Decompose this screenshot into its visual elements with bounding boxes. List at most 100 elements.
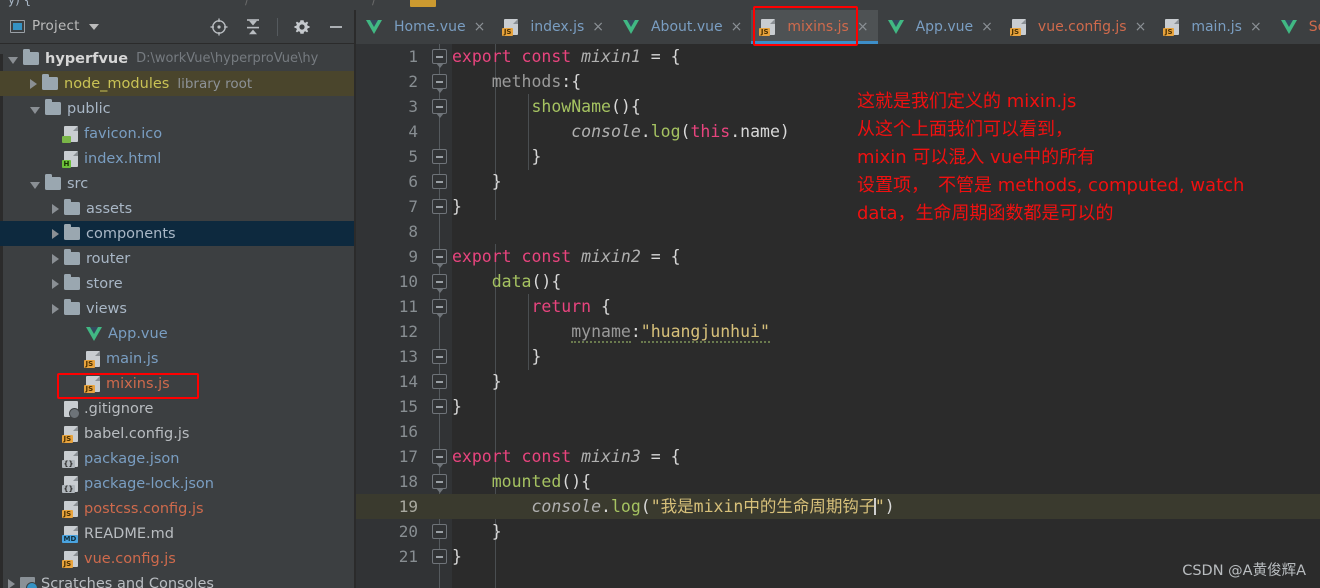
- code-line[interactable]: 17 export const mixin3 = {: [356, 444, 1320, 469]
- tree-node-assets[interactable]: assets: [0, 196, 354, 221]
- annotation-line: 这就是我们定义的 mixin.js: [857, 91, 1077, 112]
- editor-tab-vue-config-js[interactable]: JS vue.config.js ×: [1002, 10, 1155, 44]
- tree-node-index-html[interactable]: Hindex.html: [0, 146, 354, 171]
- chevron-right-icon[interactable]: [52, 253, 59, 264]
- folder-icon: [64, 249, 80, 265]
- code-canvas[interactable]: 1 export const mixin1 = {2 methods:{3 sho…: [356, 44, 1320, 588]
- line-number: 8: [408, 222, 418, 241]
- close-icon[interactable]: ×: [592, 20, 604, 34]
- chevron-right-icon[interactable]: [52, 203, 59, 214]
- code-line[interactable]: 9 export const mixin2 = {: [356, 244, 1320, 269]
- tree-node-vue-config-js[interactable]: JS vue.config.js: [0, 546, 354, 571]
- chevron-down-icon[interactable]: [30, 181, 40, 189]
- editor-tab-main-js[interactable]: JS main.js ×: [1155, 10, 1270, 44]
- code-line[interactable]: 5 }: [356, 144, 1320, 169]
- chevron-down-icon[interactable]: [8, 56, 18, 64]
- code-line[interactable]: 14 }: [356, 369, 1320, 394]
- code-line[interactable]: 13 }: [356, 344, 1320, 369]
- tree-node-label: views: [86, 300, 127, 317]
- tree-node-store[interactable]: store: [0, 271, 354, 296]
- folder-icon: [23, 49, 39, 65]
- tree-node-label: favicon.ico: [84, 125, 163, 142]
- chevron-right-icon[interactable]: [52, 228, 59, 239]
- code-line[interactable]: 18 mounted(){: [356, 469, 1320, 494]
- tree-node-package-json[interactable]: {} package.json: [0, 446, 354, 471]
- js-file-icon: JS: [84, 350, 100, 368]
- close-icon[interactable]: ×: [731, 20, 743, 34]
- chevron-right-icon[interactable]: [30, 78, 37, 89]
- breadcrumb: y) { / /: [0, 0, 1320, 10]
- editor-tab-label: Home.vue: [394, 19, 466, 35]
- tree-node-public[interactable]: public: [0, 96, 354, 121]
- tree-node-app-vue[interactable]: App.vue: [0, 321, 354, 346]
- editor-tab-scho[interactable]: Scho: [1271, 10, 1320, 44]
- code-line[interactable]: 12 myname:"huangjunhui": [356, 319, 1320, 344]
- tree-node-postcss-config-js[interactable]: JS postcss.config.js: [0, 496, 354, 521]
- tree-node-mixins-js[interactable]: JS mixins.js: [0, 371, 354, 396]
- editor-tab-bar[interactable]: Home.vue × JS index.js × About.vue × JS mixins.j…: [356, 10, 1320, 44]
- tree-node-readme-md[interactable]: MD README.md: [0, 521, 354, 546]
- code-line[interactable]: 21}: [356, 544, 1320, 569]
- tree-node-package-lock-json[interactable]: {} package-lock.json: [0, 471, 354, 496]
- collapse-all-icon[interactable]: [243, 17, 263, 37]
- tree-node-hyperfvue[interactable]: hyperfvue D:\workVue\hyperproVue\hy: [0, 46, 354, 71]
- line-number: 5: [408, 147, 418, 166]
- chevron-right-icon[interactable]: [52, 278, 59, 289]
- file-type-badge: MD: [62, 534, 78, 543]
- close-icon[interactable]: ×: [474, 20, 486, 34]
- code-text[interactable]: 1 export const mixin1 = {2 methods:{3 sho…: [356, 44, 1320, 588]
- tree-node-node-modules[interactable]: node_modules library root: [0, 71, 354, 96]
- file-type-badge: JS: [759, 28, 770, 36]
- code-line-text: }: [452, 547, 462, 566]
- tree-node-src[interactable]: src: [0, 171, 354, 196]
- tree-node-components[interactable]: components: [0, 221, 354, 246]
- line-number: 2: [408, 72, 418, 91]
- tree-node-favicon-ico[interactable]: favicon.ico: [0, 121, 354, 146]
- code-line[interactable]: 8: [356, 219, 1320, 244]
- tree-node-scratches-and-consoles[interactable]: Scratches and Consoles: [0, 571, 354, 588]
- js-file-icon: JS: [84, 375, 100, 393]
- folder-icon: [64, 299, 80, 315]
- code-line-text: export const mixin1 = {: [452, 47, 681, 66]
- chevron-right-icon[interactable]: [8, 578, 15, 588]
- code-line-text: console.log(this.name): [571, 122, 790, 141]
- tree-node-views[interactable]: views: [0, 296, 354, 321]
- code-line[interactable]: 19 console.log("我是mixin中的生命周期钩子"): [356, 494, 1320, 519]
- code-line[interactable]: 4 console.log(this.name): [356, 119, 1320, 144]
- tree-node-router[interactable]: router: [0, 246, 354, 271]
- code-line[interactable]: 20 }: [356, 519, 1320, 544]
- close-icon[interactable]: ×: [981, 20, 993, 34]
- file-type-badge: JS: [62, 509, 73, 518]
- annotation-line: data，生命周期函数都是可以的: [857, 203, 1114, 224]
- project-title-group[interactable]: Project: [10, 18, 99, 34]
- gear-icon[interactable]: [292, 17, 312, 37]
- code-line[interactable]: 1 export const mixin1 = {: [356, 44, 1320, 69]
- code-line[interactable]: 16: [356, 419, 1320, 444]
- editor-tab-index-js[interactable]: JS index.js ×: [494, 10, 613, 44]
- tree-node-main-js[interactable]: JS main.js: [0, 346, 354, 371]
- editor-tab-mixins-js[interactable]: JS mixins.js ×: [751, 10, 878, 44]
- json-file-icon: {}: [62, 450, 78, 468]
- code-line[interactable]: 3 showName(){: [356, 94, 1320, 119]
- project-file-tree[interactable]: hyperfvue D:\workVue\hyperproVue\hy node_m…: [0, 44, 354, 588]
- chevron-down-icon[interactable]: [30, 106, 40, 114]
- chevron-right-icon[interactable]: [52, 303, 59, 314]
- editor-tab-home-vue[interactable]: Home.vue ×: [356, 10, 494, 44]
- project-icon: [10, 19, 25, 33]
- close-icon[interactable]: ×: [857, 20, 869, 34]
- code-line[interactable]: 10 data(){: [356, 269, 1320, 294]
- editor-tab-label: Scho: [1308, 19, 1320, 35]
- code-line[interactable]: 11 return {: [356, 294, 1320, 319]
- code-line[interactable]: 2 methods:{: [356, 69, 1320, 94]
- tree-node-gitignore[interactable]: .gitignore: [0, 396, 354, 421]
- code-line[interactable]: 15}: [356, 394, 1320, 419]
- close-icon[interactable]: ×: [1135, 20, 1147, 34]
- minimize-icon[interactable]: [326, 17, 346, 37]
- locate-target-icon[interactable]: [209, 17, 229, 37]
- tree-node-babel-config-js[interactable]: JS babel.config.js: [0, 421, 354, 446]
- editor-tab-app-vue[interactable]: App.vue ×: [878, 10, 1002, 44]
- file-type-badge: {}: [62, 484, 75, 493]
- close-icon[interactable]: ×: [1250, 20, 1262, 34]
- chevron-down-icon[interactable]: [88, 24, 99, 30]
- editor-tab-about-vue[interactable]: About.vue ×: [613, 10, 751, 44]
